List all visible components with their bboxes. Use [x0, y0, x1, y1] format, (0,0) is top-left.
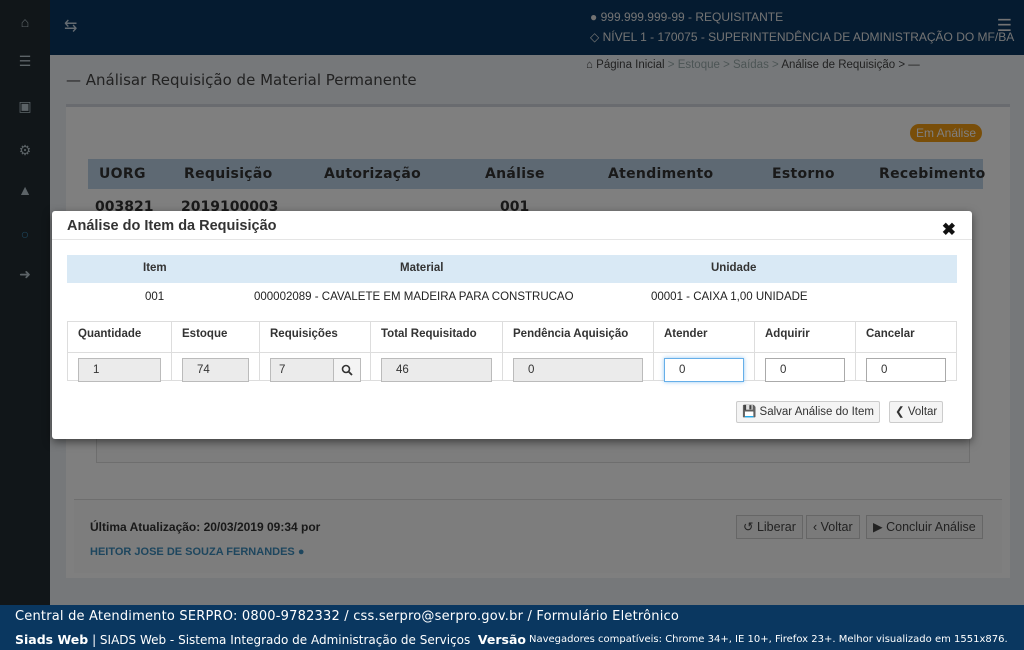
quantidade-header: Quantidade — [78, 328, 142, 340]
requisicoes-input[interactable] — [270, 358, 334, 382]
save-analysis-button[interactable]: 💾 Salvar Análise do Item — [736, 401, 880, 423]
requisicoes-col: Requisições — [260, 322, 371, 382]
pendencia-input[interactable] — [513, 358, 643, 382]
total-requisitado-header: Total Requisitado — [381, 328, 477, 340]
pendencia-header: Pendência Aquisição — [513, 328, 629, 340]
save-icon: 💾 — [742, 406, 757, 418]
save-analysis-label: Salvar Análise do Item — [759, 406, 874, 418]
app-line: Siads Web | SIADS Web - Sistema Integrad… — [15, 632, 526, 647]
cancelar-col: Cancelar — [856, 322, 956, 382]
adquirir-col: Adquirir — [755, 322, 856, 382]
adquirir-input[interactable] — [765, 358, 845, 382]
browser-compat: Navegadores compatíveis: Chrome 34+, IE … — [529, 634, 1008, 645]
item-analysis-modal: Análise do Item da Requisição ✖ Item Mat… — [52, 211, 972, 439]
adquirir-header: Adquirir — [765, 328, 810, 340]
voltar-label: Voltar — [907, 406, 938, 418]
quantidade-col: Quantidade — [68, 322, 172, 382]
quantidade-input[interactable] — [78, 358, 161, 382]
atender-input[interactable] — [664, 358, 744, 382]
estoque-header: Estoque — [182, 328, 228, 340]
footer: Central de Atendimento SERPRO: 0800-9782… — [0, 605, 1024, 650]
modal-divider — [52, 239, 972, 240]
voltar-button[interactable]: ❮ Voltar — [889, 401, 944, 423]
estoque-col: Estoque — [172, 322, 260, 382]
search-button[interactable] — [333, 358, 361, 382]
cancelar-input[interactable] — [866, 358, 946, 382]
app-name: Siads Web — [15, 632, 89, 647]
requisicoes-header: Requisições — [270, 328, 338, 340]
cell-unidade: 00001 - CAIXA 1,00 UNIDADE — [651, 291, 808, 303]
atender-col: Atender — [654, 322, 755, 382]
item-table-header: Item Material Unidade — [67, 255, 957, 283]
analysis-grid: Quantidade Estoque Requisições Total Req… — [67, 321, 957, 382]
col-unidade: Unidade — [711, 262, 757, 274]
cell-item: 001 — [145, 291, 165, 303]
chevron-left-icon: ❮ — [895, 406, 905, 418]
cell-material: 000002089 - CAVALETE EM MADEIRA PARA CON… — [254, 291, 574, 303]
total-requisitado-col: Total Requisitado — [371, 322, 503, 382]
support-line: Central de Atendimento SERPRO: 0800-9782… — [15, 609, 680, 624]
pendencia-col: Pendência Aquisição — [503, 322, 654, 382]
app-description: | SIADS Web - Sistema Integrado de Admin… — [92, 633, 471, 647]
total-requisitado-input[interactable] — [381, 358, 492, 382]
modal-title: Análise do Item da Requisição — [67, 218, 277, 234]
atender-header: Atender — [664, 328, 708, 340]
close-icon[interactable]: ✖ — [942, 221, 956, 238]
item-table-row: 001 000002089 - CAVALETE EM MADEIRA PARA… — [67, 283, 957, 313]
cancelar-header: Cancelar — [866, 328, 915, 340]
version-label: Versão — [477, 632, 527, 647]
col-material: Material — [400, 262, 444, 274]
search-icon — [341, 364, 353, 376]
col-item: Item — [143, 262, 167, 274]
estoque-input[interactable] — [182, 358, 249, 382]
